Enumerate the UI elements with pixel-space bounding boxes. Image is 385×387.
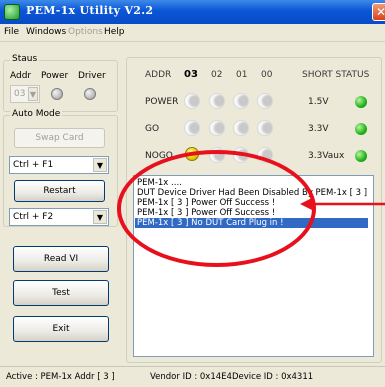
annotation-ellipse — [117, 150, 316, 267]
window-title: PEM-1x Utility V2.2 — [26, 4, 154, 17]
power-led — [51, 88, 63, 100]
power-label: Power — [41, 71, 69, 81]
power-indicator-03 — [184, 93, 200, 109]
chevron-down-icon: ▼ — [28, 87, 38, 101]
addr-col-00: 00 — [261, 70, 273, 80]
go-indicator-02 — [209, 120, 225, 136]
short-status-header: SHORT STATUS — [302, 70, 370, 80]
auto-mode-label: Auto Mode — [10, 109, 63, 119]
power-indicator-02 — [209, 93, 225, 109]
row-label-go: GO — [145, 124, 160, 134]
menu-file[interactable]: File — [4, 27, 19, 37]
go-indicator-03 — [184, 120, 200, 136]
app-window: PEM-1x Utility V2.2 ✕ File Windows Optio… — [0, 0, 385, 387]
power-indicator-01 — [233, 93, 249, 109]
status-group: Staus Addr Power Driver 03 ▼ — [3, 54, 118, 112]
rail-label-3v3aux: 3.3Vaux — [308, 151, 345, 161]
app-icon — [4, 4, 20, 20]
status-vendor-id: Vendor ID : 0x14E4 — [150, 372, 232, 382]
driver-led — [84, 88, 96, 100]
go-indicator-00 — [257, 120, 273, 136]
addr-col-03: 03 — [184, 69, 198, 80]
auto-mode-group: Auto Mode Swap Card Ctrl + F1 ▼ Restart … — [3, 109, 118, 227]
go-indicator-01 — [233, 120, 249, 136]
hotkey-select-1-value: Ctrl + F1 — [13, 160, 54, 170]
exit-button[interactable]: Exit — [13, 316, 109, 342]
status-group-label: Staus — [10, 54, 40, 64]
annotation-arrow-icon — [300, 197, 385, 211]
rail-label-1v5: 1.5V — [308, 97, 329, 107]
hotkey-select-2-value: Ctrl + F2 — [13, 212, 54, 222]
chevron-down-icon: ▼ — [93, 158, 107, 172]
short-led-3v3 — [355, 123, 367, 135]
read-vi-button[interactable]: Read VI — [13, 246, 109, 272]
short-led-1v5 — [355, 96, 367, 108]
close-button[interactable]: ✕ — [372, 3, 385, 21]
rail-label-3v3: 3.3V — [308, 124, 329, 134]
addr-select[interactable]: 03 ▼ — [10, 85, 40, 103]
menu-windows[interactable]: Windows — [26, 27, 66, 37]
test-button[interactable]: Test — [13, 280, 109, 306]
row-label-power: POWER — [145, 97, 179, 107]
status-active: Active : PEM-1x Addr [ 3 ] — [6, 372, 115, 382]
swap-card-button[interactable]: Swap Card — [14, 128, 105, 148]
menu-options[interactable]: Options — [68, 27, 103, 37]
title-bar[interactable]: PEM-1x Utility V2.2 ✕ — [0, 0, 385, 24]
addr-col-02: 02 — [211, 70, 223, 80]
menu-help[interactable]: Help — [104, 27, 125, 37]
addr-header: ADDR — [145, 70, 172, 80]
chevron-down-icon: ▼ — [93, 210, 107, 224]
hotkey-select-1[interactable]: Ctrl + F1 ▼ — [9, 156, 109, 174]
power-indicator-00 — [257, 93, 273, 109]
short-led-3v3aux — [355, 150, 367, 162]
addr-label: Addr — [10, 71, 32, 81]
menu-bar: File Windows Options Help — [0, 24, 385, 42]
hotkey-select-2[interactable]: Ctrl + F2 ▼ — [9, 208, 109, 226]
addr-col-01: 01 — [236, 70, 248, 80]
addr-select-value: 03 — [14, 89, 26, 99]
status-device-id: Device ID : 0x4311 — [232, 372, 314, 382]
status-bar: Active : PEM-1x Addr [ 3 ] Vendor ID : 0… — [0, 366, 385, 387]
driver-label: Driver — [78, 71, 106, 81]
restart-button[interactable]: Restart — [14, 180, 105, 202]
